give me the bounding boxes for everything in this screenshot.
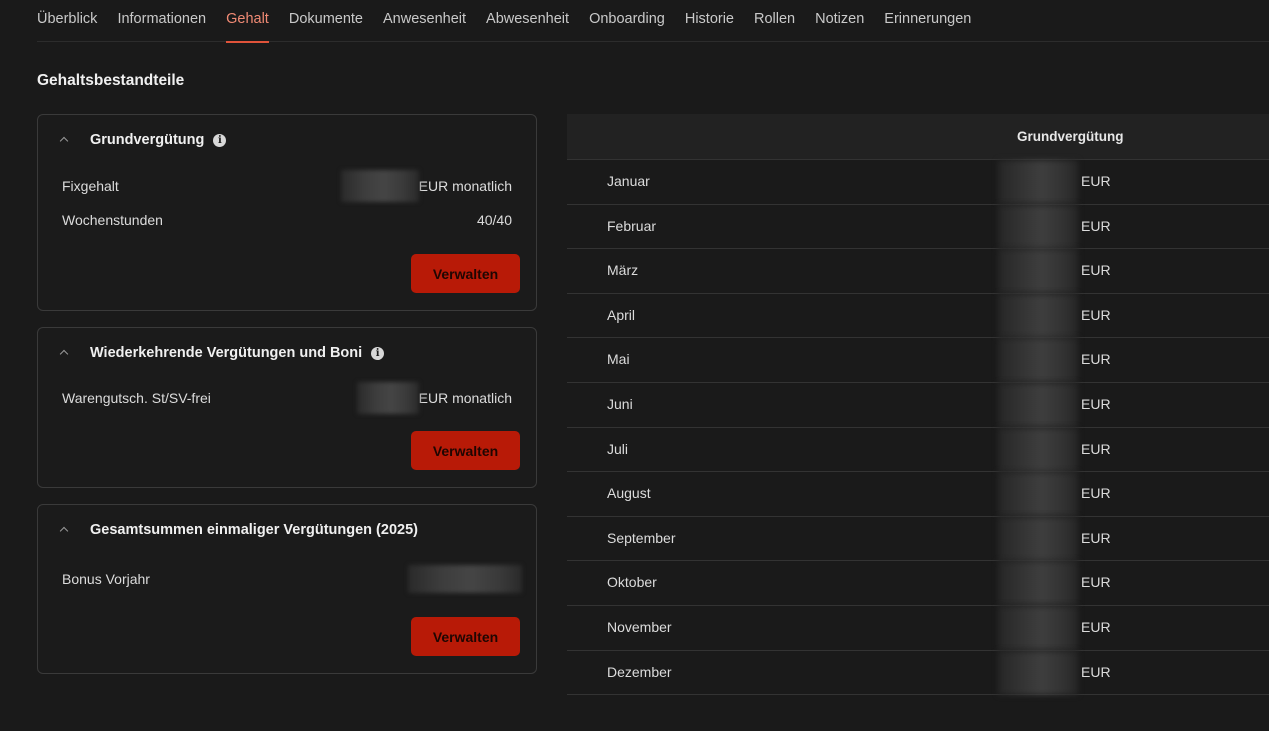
- chevron-up-icon[interactable]: [58, 347, 70, 359]
- info-icon[interactable]: i: [213, 133, 227, 147]
- currency-label: EUR: [1081, 306, 1111, 323]
- table-row: September EUR: [567, 516, 1269, 562]
- month-label: Januar: [607, 173, 650, 189]
- tab-bar: Überblick Informationen Gehalt Dokumente…: [37, 0, 1269, 43]
- month-label: April: [607, 306, 636, 323]
- currency-label: EUR: [1081, 262, 1111, 279]
- table-row: Dezember EUR: [567, 650, 1269, 696]
- currency-label: EUR: [1081, 351, 1111, 368]
- tab-ueberblick[interactable]: Überblick: [37, 0, 97, 42]
- redacted-amount: [998, 605, 1078, 650]
- chevron-up-icon[interactable]: [58, 524, 70, 536]
- table-row: Februar EUR: [567, 204, 1269, 250]
- monthly-salary-table: Grundvergütung Januar EUR Februar EUR März EU…: [567, 114, 1269, 696]
- tab-informationen[interactable]: Informationen: [117, 0, 206, 42]
- currency-label: EUR: [1081, 440, 1111, 457]
- chevron-up-icon[interactable]: [58, 134, 70, 146]
- card-header[interactable]: Gesamtsummen einmaliger Vergütungen (202…: [58, 522, 418, 538]
- row-label: Fixgehalt: [62, 178, 119, 194]
- redacted-amount: [998, 561, 1078, 606]
- month-label: Februar: [607, 217, 657, 234]
- card-title: Grundvergütung: [90, 132, 205, 148]
- redacted-amount: [998, 249, 1078, 294]
- card-header[interactable]: Grundvergütung i: [58, 132, 227, 148]
- tab-onboarding[interactable]: Onboarding: [589, 0, 665, 42]
- row-warengutschein: Warengutsch. St/SV-frei EUR monatlich: [62, 382, 512, 414]
- table-body: Januar EUR Februar EUR März EUR April EUR Mai EUR…: [567, 160, 1269, 696]
- table-row: Mai EUR: [567, 338, 1269, 383]
- table-row: Januar EUR: [567, 160, 1269, 205]
- currency-label: EUR: [1081, 485, 1111, 502]
- tab-gehalt[interactable]: Gehalt: [226, 0, 269, 43]
- table-row: November EUR: [567, 605, 1269, 651]
- redacted-amount: [998, 427, 1078, 472]
- tab-abwesenheit[interactable]: Abwesenheit: [486, 0, 569, 42]
- redacted-amount: [408, 565, 522, 593]
- row-value: 40/40: [476, 212, 512, 228]
- table-row: April EUR: [567, 293, 1269, 339]
- month-label: August: [607, 485, 651, 502]
- row-label: Warengutsch. St/SV-frei: [62, 390, 211, 406]
- manage-button[interactable]: Verwalten: [411, 617, 520, 656]
- card-wiederkehrende-verguetungen: Wiederkehrende Vergütungen und Boni i Wa…: [37, 327, 537, 488]
- row-value: [408, 565, 522, 593]
- row-label: Bonus Vorjahr: [62, 571, 150, 587]
- table-row: Oktober EUR: [567, 561, 1269, 606]
- row-bonus-vorjahr: Bonus Vorjahr: [62, 565, 522, 593]
- table-row: März EUR: [567, 249, 1269, 294]
- info-icon[interactable]: i: [371, 346, 385, 360]
- month-label: Mai: [607, 351, 630, 368]
- column-header: Grundvergütung: [1017, 129, 1124, 144]
- table-row: Juli EUR: [567, 427, 1269, 473]
- section-title: Gehaltsbestandteile: [37, 72, 185, 89]
- month-label: März: [607, 262, 639, 279]
- tab-erinnerungen[interactable]: Erinnerungen: [884, 0, 971, 42]
- row-fixgehalt: Fixgehalt EUR monatlich: [62, 170, 512, 202]
- table-row: Juni EUR: [567, 382, 1269, 428]
- currency-label: EUR: [1081, 217, 1111, 234]
- row-unit: EUR monatlich: [418, 390, 512, 406]
- card-grundverguetung: Grundvergütung i Fixgehalt EUR monatlich…: [37, 114, 537, 311]
- tab-notizen[interactable]: Notizen: [815, 0, 864, 42]
- redacted-amount: [998, 160, 1078, 204]
- table-row: August EUR: [567, 472, 1269, 517]
- month-label: Dezember: [607, 663, 672, 680]
- row-wochenstunden: Wochenstunden 40/40: [62, 209, 512, 231]
- row-unit: EUR monatlich: [418, 178, 512, 194]
- card-title: Wiederkehrende Vergütungen und Boni: [90, 345, 363, 361]
- tab-rollen[interactable]: Rollen: [754, 0, 795, 42]
- month-label: Juli: [607, 440, 629, 457]
- currency-label: EUR: [1081, 663, 1111, 680]
- redacted-amount: [998, 382, 1078, 427]
- tab-anwesenheit[interactable]: Anwesenheit: [383, 0, 466, 42]
- redacted-amount: [356, 382, 419, 414]
- redacted-amount: [998, 516, 1078, 561]
- currency-label: EUR: [1081, 529, 1111, 546]
- card-einmalige-verguetungen: Gesamtsummen einmaliger Vergütungen (202…: [37, 504, 537, 674]
- row-label: Wochenstunden: [62, 212, 163, 228]
- month-label: September: [607, 529, 676, 546]
- redacted-amount: [340, 170, 419, 202]
- redacted-amount: [998, 204, 1078, 249]
- currency-label: EUR: [1081, 618, 1111, 635]
- currency-label: EUR: [1081, 395, 1111, 412]
- redacted-amount: [998, 293, 1078, 338]
- row-value: EUR monatlich: [340, 170, 512, 202]
- redacted-amount: [998, 338, 1078, 383]
- redacted-amount: [998, 650, 1078, 695]
- table-header: Grundvergütung: [567, 114, 1269, 160]
- manage-button[interactable]: Verwalten: [411, 431, 520, 470]
- tab-historie[interactable]: Historie: [685, 0, 734, 42]
- currency-label: EUR: [1081, 574, 1111, 591]
- month-label: Juni: [607, 395, 633, 412]
- redacted-amount: [998, 472, 1078, 517]
- month-label: November: [607, 618, 672, 635]
- manage-button[interactable]: Verwalten: [411, 254, 520, 293]
- card-header[interactable]: Wiederkehrende Vergütungen und Boni i: [58, 345, 385, 361]
- currency-label: EUR: [1081, 173, 1111, 189]
- card-title: Gesamtsummen einmaliger Vergütungen (202…: [90, 522, 418, 538]
- row-value: EUR monatlich: [356, 382, 512, 414]
- month-label: Oktober: [607, 574, 657, 591]
- tab-dokumente[interactable]: Dokumente: [289, 0, 363, 42]
